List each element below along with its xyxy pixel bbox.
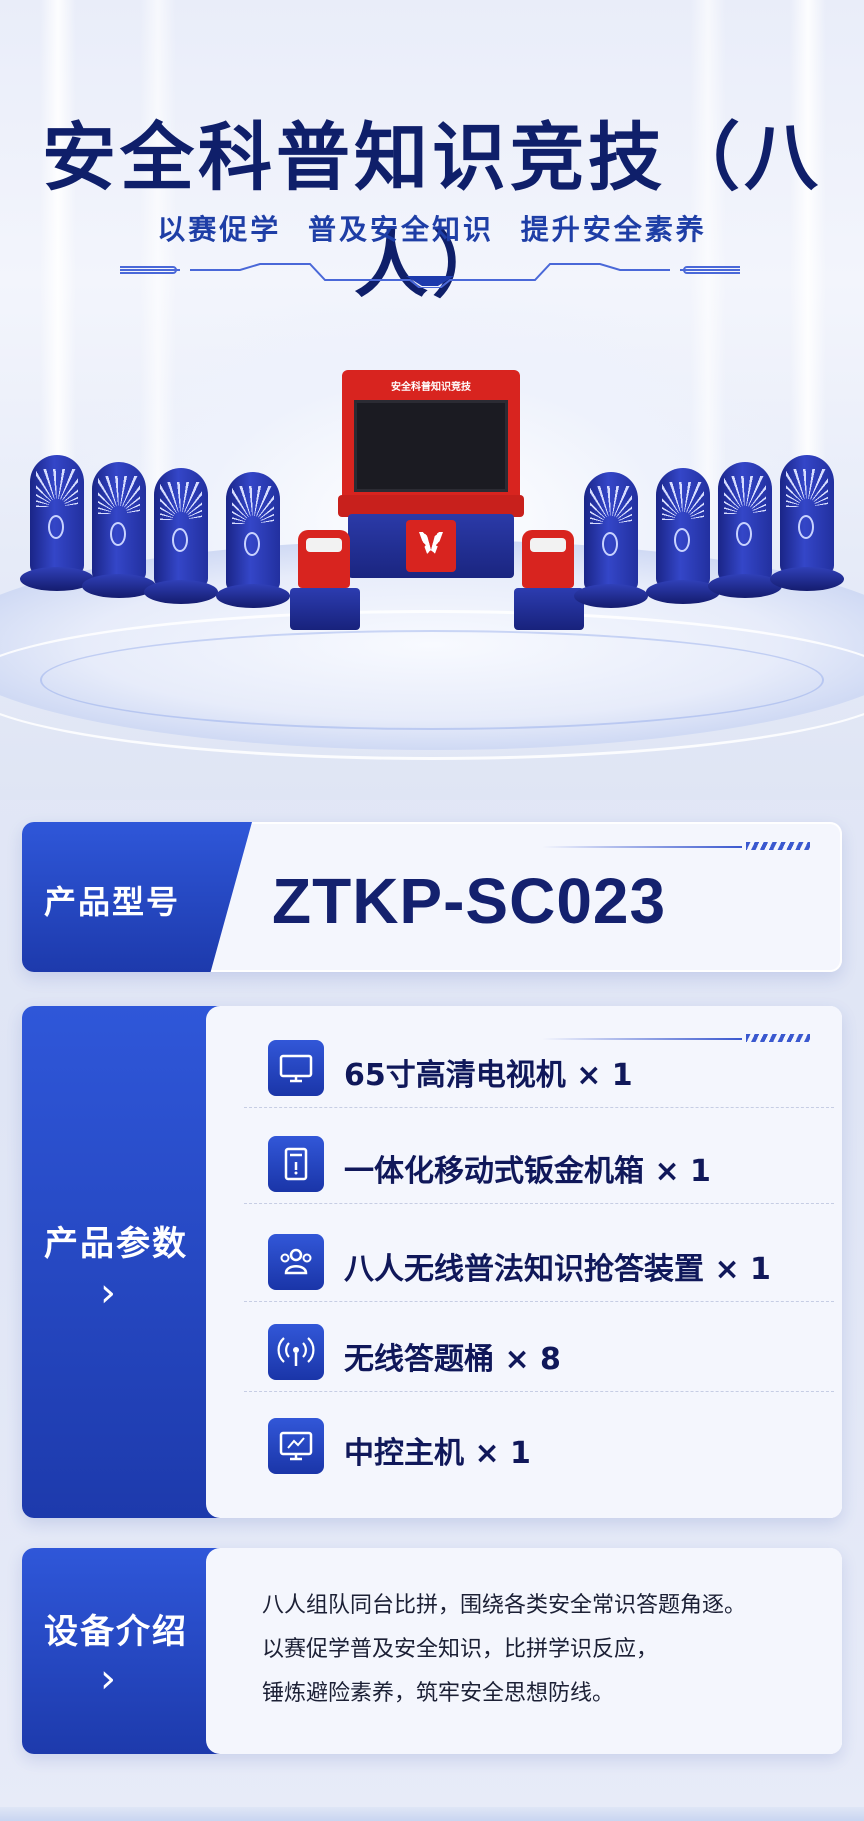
param-text: 中控主机 × 1: [344, 1436, 531, 1471]
answer-pod: [290, 530, 360, 640]
answer-seat: [574, 472, 648, 612]
answer-seat: [770, 455, 844, 595]
intro-label: 设备介绍: [44, 1612, 188, 1652]
decorative-line: [542, 846, 742, 848]
param-text: 无线答题桶 × 8: [344, 1342, 561, 1377]
answer-seat: [216, 472, 290, 612]
chevron-right-icon: ›: [100, 1270, 116, 1316]
model-label: 产品型号: [44, 883, 181, 921]
kiosk-header: 安全科普知识竞技: [391, 382, 471, 393]
param-row: 无线答题桶 × 8: [244, 1304, 834, 1392]
answer-seat: [646, 468, 720, 608]
chevron-right-icon: ›: [100, 1656, 116, 1702]
intro-line: 锤炼避险素养，筑牢安全思想防线。: [262, 1681, 615, 1706]
decorative-divider: [120, 263, 740, 288]
intro-card: 设备介绍 › 八人组队同台比拼，围绕各类安全常识答题角逐。 以赛促学普及安全知识…: [22, 1548, 842, 1754]
param-text: 八人无线普法知识抢答装置 × 1: [344, 1252, 771, 1287]
answer-seat: [144, 468, 218, 608]
param-row: 一体化移动式钣金机箱 × 1: [244, 1116, 834, 1204]
page: 安全科普知识竞技（八人） 以赛促学 普及安全知识 提升安全素养 安全科普知识竞技: [0, 0, 864, 1821]
model-card: 产品型号 ZTKP-SC023: [22, 822, 842, 972]
param-row: 八人无线普法知识抢答装置 × 1: [244, 1214, 834, 1302]
params-label: 产品参数: [44, 1224, 188, 1264]
param-row: 中控主机 × 1: [244, 1398, 834, 1486]
cabinet-icon: [268, 1136, 324, 1192]
param-text: 一体化移动式钣金机箱 × 1: [344, 1154, 711, 1189]
control-host-icon: [268, 1418, 324, 1474]
v-logo-icon: [406, 520, 456, 572]
quiz-kiosk: 安全科普知识竞技: [338, 370, 524, 578]
param-row: 65寸高清电视机 × 1: [244, 1020, 834, 1108]
monitor-icon: [268, 1040, 324, 1096]
page-subtitle: 以赛促学 普及安全知识 提升安全素养: [157, 213, 707, 246]
model-number: ZTKP-SC023: [272, 865, 667, 937]
floor-ring: [40, 630, 824, 730]
answer-seat: [82, 462, 156, 602]
hero-banner: 安全科普知识竞技（八人） 以赛促学 普及安全知识 提升安全素养 安全科普知识竞技: [0, 0, 864, 800]
intro-line: 八人组队同台比拼，围绕各类安全常识答题角逐。: [262, 1593, 747, 1618]
answer-pod: [514, 530, 584, 640]
decorative-stripes: [746, 842, 810, 850]
page-footer-bar: [0, 1807, 864, 1821]
param-text: 65寸高清电视机 × 1: [344, 1058, 633, 1093]
answer-seat: [20, 455, 94, 595]
answer-seat: [708, 462, 782, 602]
wireless-icon: [268, 1324, 324, 1380]
params-card: 产品参数 › 65寸高清电视机 × 1 一体化移动式钣金机箱 × 1 八人无线普…: [22, 1006, 842, 1518]
users-icon: [268, 1234, 324, 1290]
kiosk-screen: [354, 400, 508, 492]
intro-line: 以赛促学普及安全知识，比拼学识反应，: [262, 1637, 659, 1662]
